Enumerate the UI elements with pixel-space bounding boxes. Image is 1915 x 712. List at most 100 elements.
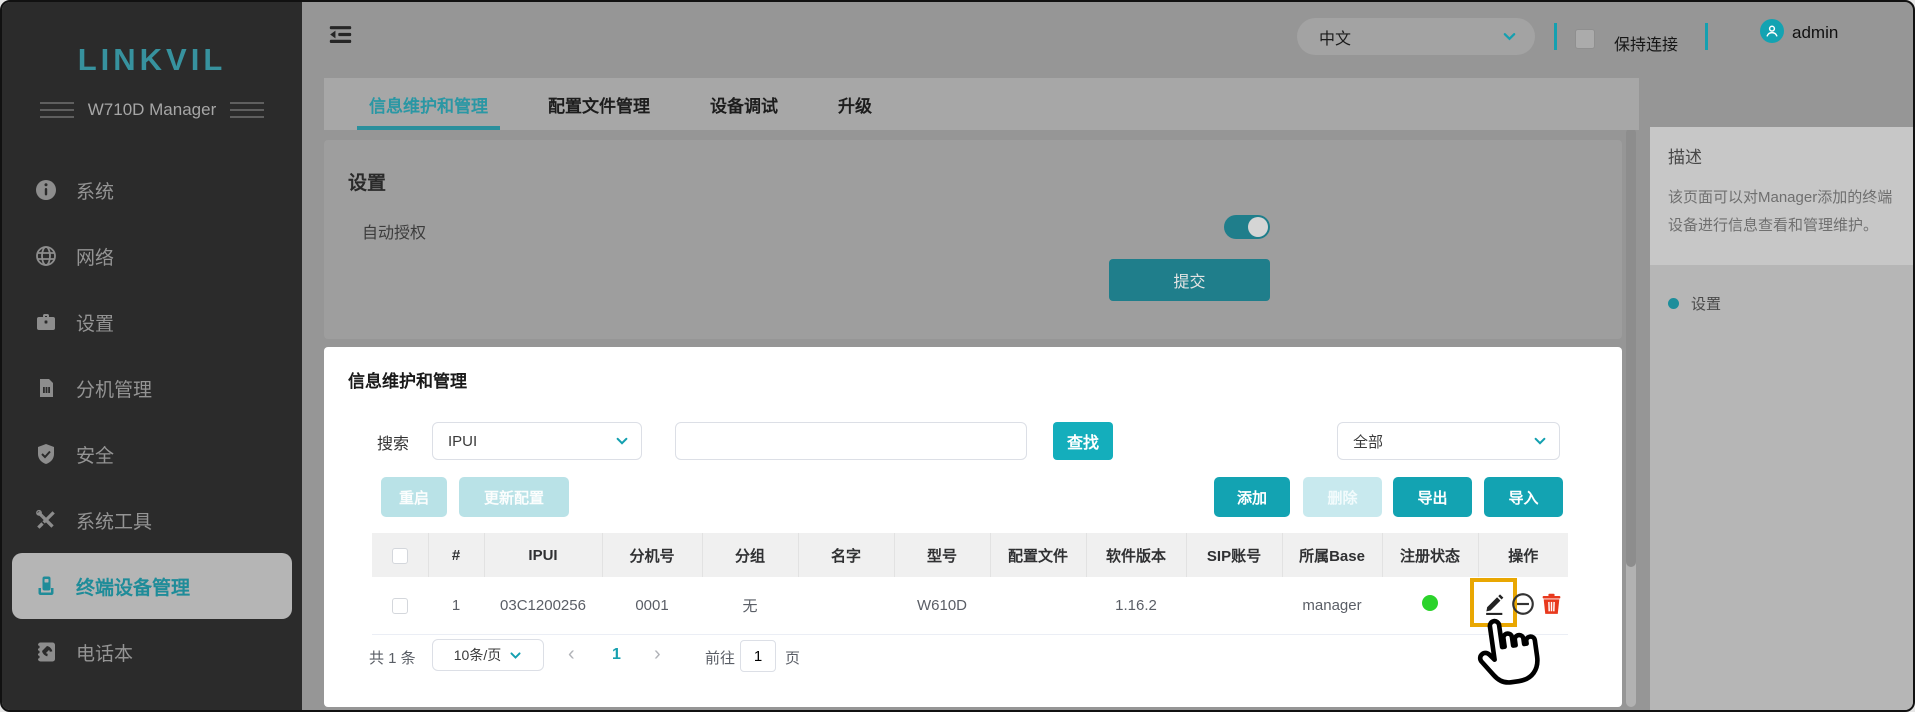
- toggle-knob: [1248, 217, 1268, 237]
- update-config-button[interactable]: 更新配置: [459, 477, 569, 517]
- page-size-value: 10条/页: [454, 645, 501, 665]
- search-row: 搜索 IPUI 查找 全部: [324, 422, 1622, 460]
- find-button[interactable]: 查找: [1053, 422, 1113, 460]
- bullet-dot-icon: [1668, 298, 1679, 309]
- column-header: 操作: [1478, 533, 1568, 577]
- keep-connected-checkbox[interactable]: [1575, 29, 1595, 49]
- chevron-down-icon: [509, 649, 522, 662]
- sidebar-item-call-log[interactable]: 通话记录: [2, 685, 302, 712]
- sidebar-item-security[interactable]: 安全: [2, 421, 302, 487]
- sidebar-item-phonebook[interactable]: 电话本: [2, 619, 302, 685]
- app-window: LINKVIL W710D Manager 系统 网络 设置 分机管理: [0, 0, 1915, 712]
- column-header: 型号: [894, 533, 990, 577]
- language-value: 中文: [1319, 25, 1351, 49]
- language-select[interactable]: 中文: [1297, 18, 1535, 55]
- column-header: 配置文件: [990, 533, 1086, 577]
- call-log-icon: [34, 706, 58, 712]
- extension-icon: [34, 376, 58, 400]
- cell-ipui: 03C1200256: [484, 577, 602, 634]
- column-header: SIP账号: [1186, 533, 1282, 577]
- sidebar-item-terminal-device-management[interactable]: 终端设备管理: [12, 553, 292, 619]
- sidebar-item-system-tools[interactable]: 系统工具: [2, 487, 302, 553]
- scrollbar-thumb[interactable]: [1626, 127, 1636, 567]
- settings-panel: 设置 自动授权 提交: [324, 140, 1622, 339]
- chevron-down-icon: [1502, 29, 1517, 44]
- tab-upgrade[interactable]: 升级: [826, 78, 884, 130]
- prev-page-icon[interactable]: ‹: [568, 643, 575, 666]
- sidebar-item-label: 设置: [76, 309, 114, 336]
- column-header: 软件版本: [1086, 533, 1186, 577]
- header-select-all: [372, 533, 428, 577]
- export-button[interactable]: 导出: [1393, 477, 1472, 517]
- delete-trash-icon[interactable]: [1539, 591, 1564, 617]
- auto-auth-label: 自动授权: [362, 219, 426, 243]
- column-header: 分组: [702, 533, 798, 577]
- user-icon: [1764, 23, 1780, 39]
- filter-select[interactable]: 全部: [1337, 422, 1560, 460]
- topbar-divider: [1705, 23, 1708, 50]
- settings-title: 设置: [348, 168, 386, 195]
- tab-info-maintenance[interactable]: 信息维护和管理: [357, 78, 500, 130]
- sidebar-item-settings[interactable]: 设置: [2, 289, 302, 355]
- vertical-scrollbar: [1626, 127, 1636, 707]
- chevron-down-icon: [615, 434, 629, 448]
- next-page-icon[interactable]: ›: [654, 643, 661, 666]
- description-panel: 描述 该页面可以对Manager添加的终端设备进行信息查看和管理维护。 设置: [1650, 127, 1915, 712]
- cell-extension: 0001: [602, 577, 702, 634]
- sidebar-item-label: 通话记录: [76, 705, 152, 712]
- column-header: 分机号: [602, 533, 702, 577]
- tab-device-debug[interactable]: 设备调试: [698, 78, 790, 130]
- auto-auth-toggle[interactable]: [1224, 215, 1270, 239]
- brand-subtitle-row: W710D Manager: [2, 100, 302, 120]
- device-panel-title: 信息维护和管理: [348, 367, 467, 392]
- keep-connected-label: 保持连接: [1614, 31, 1678, 55]
- description-text: 该页面可以对Manager添加的终端设备进行信息查看和管理维护。: [1668, 184, 1903, 240]
- table-row: 1 03C1200256 0001 无 W610D 1.16.2 manager: [372, 577, 1568, 634]
- briefcase-icon: [34, 310, 58, 334]
- description-bullet-item[interactable]: 设置: [1668, 293, 1915, 314]
- total-count: 共 1 条: [369, 647, 416, 668]
- delete-button[interactable]: 删除: [1303, 477, 1382, 517]
- sidebar-item-extension-management[interactable]: 分机管理: [2, 355, 302, 421]
- decor-lines-icon: [40, 102, 74, 118]
- shield-icon: [34, 442, 58, 466]
- sidebar: LINKVIL W710D Manager 系统 网络 设置 分机管理: [2, 2, 302, 712]
- user-avatar[interactable]: [1760, 19, 1784, 43]
- sidebar-item-label: 电话本: [76, 639, 133, 666]
- sidebar-item-label: 系统: [76, 177, 114, 204]
- tabs-bar: 信息维护和管理 配置文件管理 设备调试 升级: [324, 78, 1639, 130]
- column-header: 注册状态: [1382, 533, 1478, 577]
- submit-button[interactable]: 提交: [1109, 259, 1270, 301]
- sidebar-collapse-icon[interactable]: [327, 21, 354, 48]
- bullet-label: 设置: [1691, 293, 1721, 314]
- topbar-divider: [1554, 23, 1557, 50]
- reboot-button[interactable]: 重启: [381, 477, 447, 517]
- page-size-select[interactable]: 10条/页: [432, 639, 544, 671]
- cell-base: manager: [1282, 577, 1382, 634]
- sidebar-item-label: 系统工具: [76, 507, 152, 534]
- tab-profile-management[interactable]: 配置文件管理: [536, 78, 662, 130]
- sidebar-item-system[interactable]: 系统: [2, 157, 302, 223]
- device-management-panel: 信息维护和管理 搜索 IPUI 查找 全部 重启 更新配置 添加 删除 导出 导…: [324, 347, 1622, 707]
- goto-label: 前往: [705, 647, 735, 668]
- search-input[interactable]: [675, 422, 1027, 460]
- search-type-select[interactable]: IPUI: [432, 422, 642, 460]
- chevron-down-icon: [1533, 434, 1547, 448]
- username: admin: [1792, 23, 1838, 43]
- add-button[interactable]: 添加: [1214, 477, 1290, 517]
- select-all-checkbox[interactable]: [392, 548, 408, 564]
- filter-value: 全部: [1353, 431, 1383, 452]
- cell-model: W610D: [894, 577, 990, 634]
- search-type-value: IPUI: [448, 433, 477, 450]
- search-label: 搜索: [377, 430, 409, 454]
- cell-index: 1: [428, 577, 484, 634]
- import-button[interactable]: 导入: [1484, 477, 1563, 517]
- handset-icon: [34, 574, 58, 598]
- goto-page-input[interactable]: [740, 640, 776, 672]
- sidebar-item-network[interactable]: 网络: [2, 223, 302, 289]
- row-checkbox[interactable]: [392, 598, 408, 614]
- sidebar-item-label: 分机管理: [76, 375, 152, 402]
- current-page[interactable]: 1: [612, 646, 621, 664]
- info-icon: [34, 178, 58, 202]
- cell-group: 无: [702, 577, 798, 634]
